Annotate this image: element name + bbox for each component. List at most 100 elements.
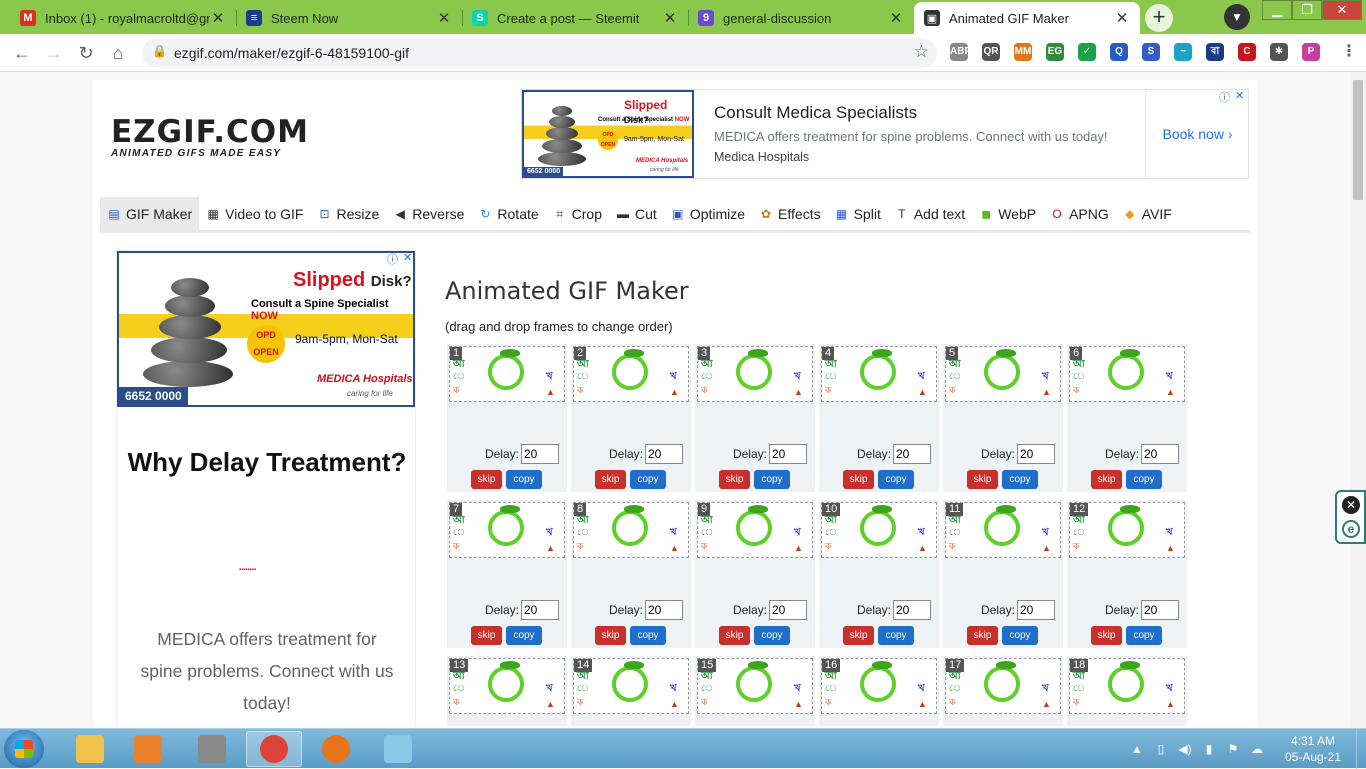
copy-button[interactable]: copy xyxy=(1002,626,1038,645)
tab-1[interactable]: M Inbox (1) - royalmacroltd@gm ✕ xyxy=(10,2,236,34)
frame-8[interactable]: 8আেকখ▲Delay:skipcopy xyxy=(571,500,691,648)
nav-gif-maker[interactable]: ▤ GIF Maker xyxy=(100,197,200,230)
tab-2[interactable]: ≡ Steem Now ✕ xyxy=(236,2,462,34)
skip-button[interactable]: skip xyxy=(843,626,874,645)
skip-button[interactable]: skip xyxy=(471,626,502,645)
frame-1[interactable]: 1আেকখ▲Delay:skipcopy xyxy=(447,344,567,492)
extension-2-icon[interactable]: QR xyxy=(982,43,1000,61)
delay-input[interactable] xyxy=(645,600,683,620)
show-desktop-button[interactable] xyxy=(1356,729,1366,769)
copy-button[interactable]: copy xyxy=(630,470,666,489)
frame-thumbnail[interactable]: 9 আে ক খ ▲ xyxy=(697,502,813,558)
frame-thumbnail[interactable]: 4 আে ক খ ▲ xyxy=(821,346,937,402)
ezgif-logo[interactable]: EZGIF.COM ANIMATED GIFS MADE EASY xyxy=(111,116,341,159)
skip-button[interactable]: skip xyxy=(595,626,626,645)
skip-button[interactable]: skip xyxy=(1091,470,1122,489)
reload-icon[interactable]: ↻ xyxy=(74,41,98,65)
frame-11[interactable]: 11আেকখ▲Delay:skipcopy xyxy=(943,500,1063,648)
copy-button[interactable]: copy xyxy=(1002,470,1038,489)
home-icon[interactable]: ⌂ xyxy=(106,41,130,65)
copy-button[interactable]: copy xyxy=(1126,470,1162,489)
frame-thumbnail[interactable]: 1 আে ক খ ▲ xyxy=(449,346,565,402)
frame-4[interactable]: 4আেকখ▲Delay:skipcopy xyxy=(819,344,939,492)
extension-3-icon[interactable]: MM xyxy=(1014,43,1032,61)
nav-crop[interactable]: ⌗ Crop xyxy=(546,197,609,230)
extension-10-icon[interactable]: C xyxy=(1238,43,1256,61)
frame-13[interactable]: 13 আে ক খ ▲ xyxy=(447,656,567,726)
delay-input[interactable] xyxy=(1141,444,1179,464)
tab-search-icon[interactable]: ▼ xyxy=(1224,4,1250,30)
page-scrollbar[interactable] xyxy=(1350,72,1366,728)
maximize-button[interactable]: ❐ xyxy=(1292,0,1322,20)
frame-thumbnail[interactable]: 7 আে ক খ ▲ xyxy=(449,502,565,558)
frame-thumbnail[interactable]: 10 আে ক খ ▲ xyxy=(821,502,937,558)
skip-button[interactable]: skip xyxy=(719,626,750,645)
taskbar-firefox[interactable] xyxy=(308,731,364,767)
tab-5[interactable]: ▣ Animated GIF Maker ✕ xyxy=(914,2,1140,34)
tray-expand-icon[interactable]: ▲ xyxy=(1130,742,1144,756)
nav-rotate[interactable]: ↻ Rotate xyxy=(471,197,545,230)
bookmark-star-icon[interactable]: ☆ xyxy=(914,42,929,62)
delay-input[interactable] xyxy=(1017,444,1055,464)
extension-8-icon[interactable]: ~ xyxy=(1174,43,1192,61)
nav-webp[interactable]: ◼ WebP xyxy=(972,197,1043,230)
delay-input[interactable] xyxy=(1017,600,1055,620)
side-adchoices-icon[interactable]: ⓘ xyxy=(387,251,398,267)
nav-video-to-gif[interactable]: ▦ Video to GIF xyxy=(199,197,310,230)
extension-7-icon[interactable]: S xyxy=(1142,43,1160,61)
delay-input[interactable] xyxy=(1141,600,1179,620)
skip-button[interactable]: skip xyxy=(967,626,998,645)
close-icon[interactable]: ✕ xyxy=(1342,496,1360,514)
extension-5-icon[interactable]: ✓ xyxy=(1078,43,1096,61)
nav-reverse[interactable]: ◀ Reverse xyxy=(386,197,471,230)
frame-thumbnail[interactable]: 13 আে ক খ ▲ xyxy=(449,658,565,714)
system-clock[interactable]: 4:31 AM 05-Aug-21 xyxy=(1278,733,1348,765)
frame-17[interactable]: 17 আে ক খ ▲ xyxy=(943,656,1063,726)
tab-3[interactable]: S Create a post — Steemit ✕ xyxy=(462,2,688,34)
frame-thumbnail[interactable]: 18 আে ক খ ▲ xyxy=(1069,658,1185,714)
frame-5[interactable]: 5আেকখ▲Delay:skipcopy xyxy=(943,344,1063,492)
ad-headline[interactable]: Consult Medica Specialists xyxy=(714,103,917,123)
nav-resize[interactable]: ⊡ Resize xyxy=(310,197,386,230)
delay-input[interactable] xyxy=(893,600,931,620)
extension-1-icon[interactable]: ABP xyxy=(950,43,971,61)
nav-effects[interactable]: ✿ Effects xyxy=(752,197,828,230)
copy-button[interactable]: copy xyxy=(1126,626,1162,645)
copy-button[interactable]: copy xyxy=(506,626,542,645)
taskbar-file-explorer[interactable] xyxy=(62,731,118,767)
copy-button[interactable]: copy xyxy=(630,626,666,645)
frame-12[interactable]: 12আেকখ▲Delay:skipcopy xyxy=(1067,500,1187,648)
copy-button[interactable]: copy xyxy=(754,470,790,489)
nav-optimize[interactable]: ▣ Optimize xyxy=(664,197,752,230)
copy-button[interactable]: copy xyxy=(506,470,542,489)
skip-button[interactable]: skip xyxy=(843,470,874,489)
tab-4[interactable]: 9 general-discussion ✕ xyxy=(688,2,914,34)
taskbar-media-player[interactable] xyxy=(120,731,176,767)
network-icon[interactable]: ▮ xyxy=(1202,742,1216,756)
taskbar-chrome[interactable] xyxy=(246,731,302,767)
frame-14[interactable]: 14 আে ক খ ▲ xyxy=(571,656,691,726)
side-ad-close-icon[interactable]: ✕ xyxy=(403,251,412,264)
side-ad-headline[interactable]: Why Delay Treatment? xyxy=(117,441,417,483)
chrome-menu-icon[interactable]: ⋮ xyxy=(1340,43,1358,61)
nav-avif[interactable]: ◆ AVIF xyxy=(1116,197,1179,230)
usb-icon[interactable]: ▯ xyxy=(1154,742,1168,756)
frame-thumbnail[interactable]: 5 আে ক খ ▲ xyxy=(945,346,1061,402)
frame-9[interactable]: 9আেকখ▲Delay:skipcopy xyxy=(695,500,815,648)
new-tab-button[interactable]: + xyxy=(1145,4,1173,32)
tab-close-icon[interactable]: ✕ xyxy=(1114,9,1130,27)
cloud-icon[interactable]: ☁ xyxy=(1250,742,1264,756)
nav-apng[interactable]: O APNG xyxy=(1043,197,1116,230)
extension-12-icon[interactable]: P xyxy=(1302,43,1320,61)
delay-input[interactable] xyxy=(521,600,559,620)
skip-button[interactable]: skip xyxy=(1091,626,1122,645)
start-button[interactable] xyxy=(4,730,44,768)
extension-9-icon[interactable]: বা xyxy=(1206,43,1224,61)
copy-button[interactable]: copy xyxy=(878,470,914,489)
skip-button[interactable]: skip xyxy=(471,470,502,489)
address-bar[interactable]: 🔒 ezgif.com/maker/ezgif-6-48159100-gif ☆ xyxy=(142,38,937,68)
frame-thumbnail[interactable]: 17 আে ক খ ▲ xyxy=(945,658,1061,714)
delay-input[interactable] xyxy=(769,600,807,620)
forward-icon[interactable]: → xyxy=(42,41,66,65)
copy-button[interactable]: copy xyxy=(878,626,914,645)
